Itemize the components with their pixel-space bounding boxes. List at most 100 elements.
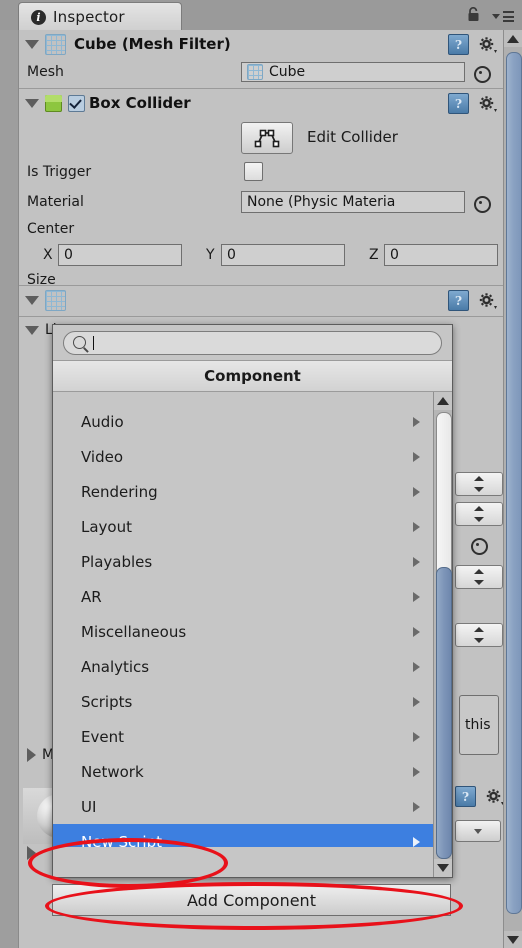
menu-item-video[interactable]: Video [53, 439, 434, 474]
foldout-triangle-icon[interactable] [25, 39, 39, 49]
foldout-triangle-icon[interactable] [25, 295, 39, 305]
numeric-stepper[interactable] [455, 565, 503, 589]
unity-inspector-window: i Inspector Cube (Mesh Filter) ? Mesh Cu… [0, 0, 522, 948]
object-picker-icon[interactable] [474, 196, 491, 213]
center-y-axis-label: Y [206, 247, 215, 263]
row-material: Material None (Physic Materia [19, 187, 504, 217]
is-trigger-checkbox[interactable] [244, 162, 263, 181]
material-preview-foldout-row[interactable] [19, 840, 42, 866]
add-component-button[interactable]: Add Component [52, 884, 451, 916]
foldout-triangle-icon[interactable] [27, 748, 36, 762]
component-menu-list: Audio Video Rendering Layout Playables A… [53, 392, 434, 847]
menu-item-label: New Script [81, 832, 162, 848]
inspector-scrollbar[interactable] [503, 30, 522, 948]
menu-item-label: Network [81, 762, 144, 781]
mesh-object-value: Cube [269, 64, 306, 80]
submenu-arrow-icon [413, 731, 420, 742]
help-book-icon[interactable]: ? [448, 93, 469, 114]
mesh-filter-header[interactable]: Cube (Mesh Filter) ? [19, 30, 504, 58]
polygon-edit-icon [254, 129, 280, 148]
bottom-header-icons: ? [455, 786, 505, 807]
scrollbar-thumb[interactable] [506, 52, 522, 914]
center-y-input[interactable]: 0 [221, 244, 345, 266]
foldout-triangle-icon[interactable] [25, 325, 39, 335]
lock-icon[interactable] [467, 7, 480, 22]
numeric-stepper[interactable] [455, 472, 503, 496]
mesh-filter-title: Cube (Mesh Filter) [74, 35, 231, 53]
dropdown-button[interactable] [455, 820, 501, 842]
component-search-input[interactable] [63, 330, 442, 355]
popup-scrollbar-thumb[interactable] [436, 567, 452, 859]
submenu-arrow-icon [413, 766, 420, 777]
menu-item[interactable] [53, 392, 434, 404]
component-search-row [53, 325, 452, 361]
submenu-arrow-icon [413, 801, 420, 812]
menu-item-scripts[interactable]: Scripts [53, 684, 434, 719]
menu-item-label: Rendering [81, 482, 158, 501]
menu-item-rendering[interactable]: Rendering [53, 474, 434, 509]
numeric-stepper[interactable] [455, 623, 503, 647]
menu-item-playables[interactable]: Playables [53, 544, 434, 579]
gear-icon[interactable] [478, 36, 498, 54]
popup-scroll-down-button[interactable] [434, 859, 452, 877]
submenu-arrow-icon [413, 451, 420, 462]
light-icon [45, 289, 66, 311]
object-picker-icon[interactable] [471, 538, 488, 555]
foldout-triangle-icon[interactable] [27, 846, 36, 860]
help-book-icon[interactable]: ? [448, 34, 469, 55]
object-picker-icon[interactable] [474, 66, 491, 83]
menu-item-miscellaneous[interactable]: Miscellaneous [53, 614, 434, 649]
component-box-collider: Box Collider ? Edit Collider Is Trigger … [19, 89, 504, 288]
menu-item-analytics[interactable]: Analytics [53, 649, 434, 684]
gear-icon[interactable] [478, 95, 498, 113]
menu-item-audio[interactable]: Audio [53, 404, 434, 439]
mesh-label: Mesh [27, 64, 64, 80]
component-material-collapsed-header[interactable]: M [19, 742, 54, 768]
menu-item-label: UI [81, 797, 97, 816]
menu-item-network[interactable]: Network [53, 754, 434, 789]
info-circle-icon: i [31, 9, 46, 25]
mesh-object-field[interactable]: Cube [241, 62, 465, 82]
center-label: Center [27, 221, 75, 237]
menu-item-label: Audio [81, 412, 124, 431]
mesh-filter-icon [45, 33, 66, 55]
help-book-icon[interactable]: ? [455, 786, 476, 807]
submenu-arrow-icon [413, 486, 420, 497]
edit-collider-button[interactable] [241, 122, 293, 154]
box-collider-enabled-checkbox[interactable] [68, 94, 85, 112]
gear-icon[interactable] [485, 788, 505, 806]
popup-scrollbar[interactable] [433, 392, 452, 877]
help-book-icon[interactable]: ? [448, 290, 469, 311]
popup-scroll-up-button[interactable] [434, 392, 452, 410]
submenu-arrow-icon [413, 661, 420, 672]
popup-title: Component [53, 361, 452, 392]
material-object-field[interactable]: None (Physic Materia [241, 191, 465, 213]
text-caret [93, 335, 94, 350]
scroll-up-button[interactable] [504, 30, 522, 47]
inspector-options-menu[interactable] [492, 11, 514, 22]
center-x-input[interactable]: 0 [58, 244, 182, 266]
scroll-down-arrow-icon [507, 936, 519, 944]
box-collider-header[interactable]: Box Collider ? [19, 89, 504, 117]
menu-item-ar[interactable]: AR [53, 579, 434, 614]
menu-item-label: Miscellaneous [81, 622, 187, 641]
submenu-arrow-icon [413, 836, 420, 847]
gear-icon[interactable] [478, 292, 498, 310]
numeric-stepper[interactable] [455, 502, 503, 526]
menu-item-new-script[interactable]: New Script [53, 824, 434, 847]
menu-item-layout[interactable]: Layout [53, 509, 434, 544]
left-gutter [0, 30, 19, 948]
add-component-popup: Component Audio Video Rendering Layout P… [52, 324, 453, 878]
row-edit-collider: Edit Collider [19, 117, 504, 157]
row-mesh: Mesh Cube [19, 58, 504, 86]
light-header[interactable]: ? [19, 286, 504, 314]
scroll-down-button[interactable] [504, 931, 522, 948]
menu-item-ui[interactable]: UI [53, 789, 434, 824]
submenu-arrow-icon [413, 696, 420, 707]
menu-item-event[interactable]: Event [53, 719, 434, 754]
mesh-thumb-icon [247, 64, 263, 80]
edit-collider-label: Edit Collider [307, 128, 398, 146]
tab-inspector[interactable]: i Inspector [18, 2, 182, 31]
center-z-input[interactable]: 0 [384, 244, 498, 266]
foldout-triangle-icon[interactable] [25, 98, 39, 108]
